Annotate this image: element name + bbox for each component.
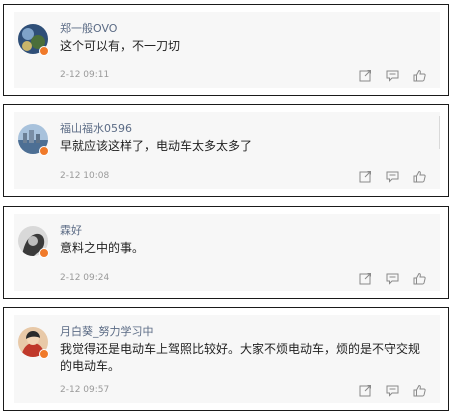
comment-body: 霖好 意料之中的事。 2-12 09:24	[14, 214, 440, 291]
comment-timestamp: 2-12 09:11	[60, 70, 110, 80]
comment-card: 福山福水0596 早就应该这样了，电动车太多太多了 2-12 10:08	[3, 104, 449, 197]
comment-card: 霖好 意料之中的事。 2-12 09:24	[3, 206, 449, 299]
comment-username[interactable]: 福山福水0596	[60, 120, 132, 136]
comment-actions	[359, 170, 426, 183]
comment-text: 早就应该这样了，电动车太多太多了	[60, 139, 253, 153]
comment-card: 月白葵_努力学习中 我觉得还是电动车上驾照比较好。大家不烦电动车，烦的是不守交规…	[3, 307, 449, 411]
comment-actions	[359, 384, 426, 397]
comment-text: 我觉得还是电动车上驾照比较好。大家不烦电动车，烦的是不守交规的电动车。	[60, 342, 421, 373]
comment-icon[interactable]	[386, 384, 399, 397]
verified-badge-icon	[39, 349, 49, 359]
like-icon[interactable]	[413, 69, 426, 82]
comment-text: 这个可以有，不一刀切	[60, 39, 181, 53]
comment-timestamp: 2-12 09:24	[60, 273, 110, 283]
share-icon[interactable]	[359, 69, 372, 82]
comment-card: 郑一般OVO 这个可以有，不一刀切 2-12 09:11	[3, 4, 449, 96]
comment-icon[interactable]	[386, 170, 399, 183]
verified-badge-icon	[39, 248, 49, 258]
comment-username[interactable]: 郑一般OVO	[60, 20, 117, 36]
comment-actions	[359, 69, 426, 82]
like-icon[interactable]	[413, 170, 426, 183]
verified-badge-icon	[39, 46, 49, 56]
comment-body: 月白葵_努力学习中 我觉得还是电动车上驾照比较好。大家不烦电动车，烦的是不守交规…	[14, 315, 440, 403]
comment-body: 郑一般OVO 这个可以有，不一刀切 2-12 09:11	[14, 12, 440, 88]
divider	[439, 116, 440, 149]
like-icon[interactable]	[413, 272, 426, 285]
comment-username[interactable]: 月白葵_努力学习中	[60, 323, 154, 339]
comment-icon[interactable]	[386, 272, 399, 285]
share-icon[interactable]	[359, 272, 372, 285]
comment-body: 福山福水0596 早就应该这样了，电动车太多太多了 2-12 10:08	[14, 112, 440, 189]
comment-timestamp: 2-12 10:08	[60, 171, 110, 181]
comment-timestamp: 2-12 09:57	[60, 385, 110, 395]
comment-icon[interactable]	[386, 69, 399, 82]
share-icon[interactable]	[359, 170, 372, 183]
verified-badge-icon	[39, 146, 49, 156]
like-icon[interactable]	[413, 384, 426, 397]
share-icon[interactable]	[359, 384, 372, 397]
comment-actions	[359, 272, 426, 285]
comment-username[interactable]: 霖好	[60, 222, 82, 238]
comment-text: 意料之中的事。	[60, 241, 145, 255]
